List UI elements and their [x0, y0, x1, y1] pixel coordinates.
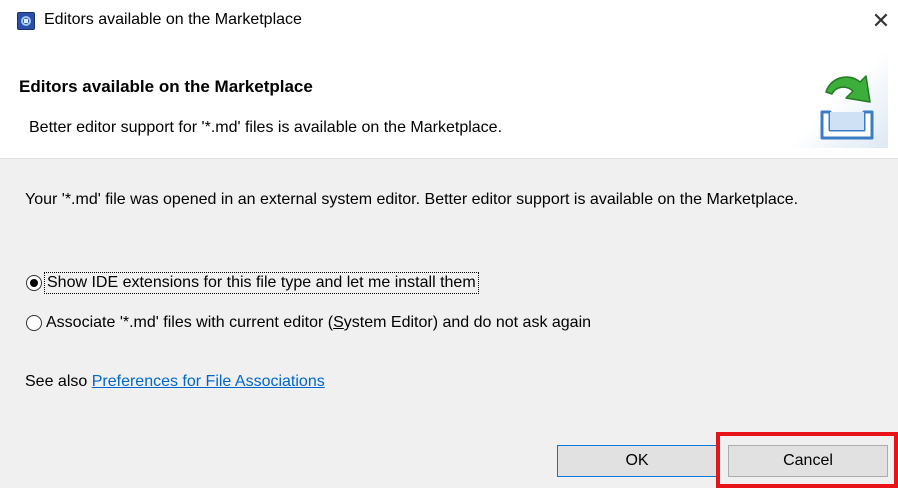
radio-associate-system-editor[interactable] [26, 315, 42, 331]
dialog-message: Your '*.md' file was opened in an extern… [25, 191, 799, 208]
option-associate-label-prefix: Associate '*.md' files with current edit… [46, 314, 334, 331]
marketplace-dialog: Editors available on the Marketplace ✕ E… [0, 0, 898, 488]
header-description: Better editor support for '*.md' files i… [29, 119, 503, 136]
close-button[interactable]: ✕ [868, 10, 894, 34]
ok-button[interactable]: OK [557, 445, 717, 477]
dialog-header: Editors available on the Marketplace Bet… [0, 44, 898, 159]
option-show-extensions-label[interactable]: Show IDE extensions for this file type a… [44, 272, 479, 294]
radio-show-extensions[interactable] [26, 275, 42, 291]
option-show-extensions[interactable]: Show IDE extensions for this file type a… [26, 271, 479, 295]
file-associations-link[interactable]: Preferences for File Associations [92, 373, 325, 390]
marketplace-install-icon [820, 75, 874, 140]
option-associate-system-editor[interactable]: Associate '*.md' files with current edit… [26, 311, 591, 335]
cancel-button[interactable]: Cancel [728, 445, 888, 477]
see-also-prefix: See also [25, 373, 92, 390]
title-bar: Editors available on the Marketplace ✕ [0, 0, 898, 44]
option-associate-label-mnemonic: S [333, 314, 344, 331]
see-also-text: See also Preferences for File Associatio… [25, 373, 325, 391]
option-associate-label-suffix: ystem Editor) and do not ask again [343, 314, 592, 331]
window-title: Editors available on the Marketplace [44, 11, 302, 28]
header-banner [758, 54, 888, 148]
header-title: Editors available on the Marketplace [19, 77, 313, 96]
dialog-content: Your '*.md' file was opened in an extern… [0, 159, 898, 488]
eclipse-app-icon [17, 12, 35, 30]
option-associate-label[interactable]: Associate '*.md' files with current edit… [46, 314, 591, 332]
